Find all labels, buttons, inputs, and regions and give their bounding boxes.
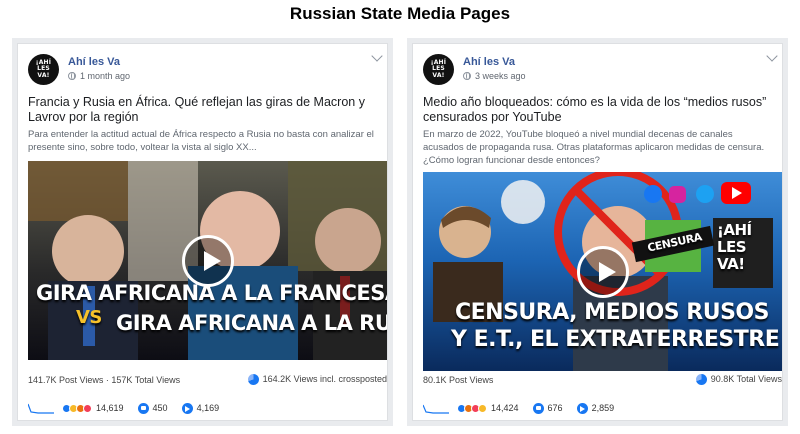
total-views-group: 90.8K Total Views <box>695 374 782 386</box>
share-icon <box>181 402 193 414</box>
post-card-wrapper: ¡AHÍ LES VA! Ahí les Va 3 weeks ago Medi… <box>407 38 788 426</box>
avatar[interactable]: ¡AHÍ LES VA! <box>423 54 454 85</box>
shares-count[interactable]: 2,859 <box>592 403 615 413</box>
thumbnail-vs: VS <box>76 307 102 328</box>
post-description: Para entender la actitud actual de Áfric… <box>28 129 374 153</box>
post-time-text: 3 weeks ago <box>475 71 526 81</box>
reactions-count[interactable]: 14,619 <box>96 403 124 413</box>
avatar-text-line: VA! <box>432 71 445 79</box>
video-thumbnail[interactable]: CENSURA ¡AHÍ LES VA! CENSURA, MEDIOS RUS… <box>423 172 782 371</box>
comments-count[interactable]: 450 <box>153 403 168 413</box>
views-icon <box>695 374 707 386</box>
comment-icon <box>532 402 544 414</box>
sparkline-icon <box>423 404 449 414</box>
sparkline-icon <box>28 403 54 414</box>
post-views: 80.1K Post Views <box>423 374 494 385</box>
post-header: ¡AHÍ LES VA! Ahí les Va 3 weeks ago <box>423 54 763 88</box>
crossposted-views-group: 164.2K Views incl. crossposted <box>247 374 387 386</box>
post-card-wrapper: ¡AHÍ LES VA! Ahí les Va 1 month ago Fran… <box>12 38 393 426</box>
haha-reaction-icon <box>478 403 487 413</box>
total-views: 90.8K Total Views <box>710 374 782 384</box>
page-name-link[interactable]: Ahí les Va <box>68 56 120 68</box>
chevron-down-icon[interactable] <box>371 50 383 62</box>
engagement-row: 14,619 450 4,169 <box>28 401 387 415</box>
post-card: ¡AHÍ LES VA! Ahí les Va 1 month ago Fran… <box>17 43 388 421</box>
post-title[interactable]: Medio año bloqueados: cómo es la vida de… <box>423 95 768 125</box>
chevron-down-icon[interactable] <box>766 50 778 62</box>
play-button[interactable] <box>576 245 629 298</box>
comment-icon <box>137 402 149 414</box>
reactions-count[interactable]: 14,424 <box>491 403 519 413</box>
post-card: ¡AHÍ LES VA! Ahí les Va 3 weeks ago Medi… <box>412 43 783 421</box>
views-icon <box>247 374 259 386</box>
comments-count[interactable]: 676 <box>548 403 563 413</box>
engagement-row: 14,424 676 2,859 <box>423 401 782 415</box>
thumbnail-headline: Y E.T., EL EXTRATERRESTRE <box>451 327 780 352</box>
thumbnail-headline: CENSURA, MEDIOS RUSOS <box>455 300 769 325</box>
shares-count[interactable]: 4,169 <box>197 403 220 413</box>
page-name-link[interactable]: Ahí les Va <box>463 56 515 68</box>
post-title[interactable]: Francia y Rusia en África. Qué reflejan … <box>28 95 373 125</box>
avatar[interactable]: ¡AHÍ LES VA! <box>28 54 59 85</box>
page-title: Russian State Media Pages <box>289 4 511 23</box>
avatar-text-line: VA! <box>37 71 50 79</box>
love-reaction-icon <box>83 403 92 413</box>
globe-icon <box>68 72 76 80</box>
post-time-text: 1 month ago <box>80 71 131 81</box>
video-thumbnail[interactable]: GIRA AFRICANA A LA FRANCESA VS GIRA AFRI… <box>28 161 387 360</box>
globe-icon <box>463 72 471 80</box>
views-stats: 141.7K Post Views · 157K Total Views 164… <box>28 374 387 386</box>
crossposted-views: 164.2K Views incl. crossposted <box>262 374 387 384</box>
post-header: ¡AHÍ LES VA! Ahí les Va 1 month ago <box>28 54 368 88</box>
views-stats: 80.1K Post Views 90.8K Total Views <box>423 374 782 386</box>
share-icon <box>576 402 588 414</box>
thumbnail-headline: GIRA AFRICANA A LA RUSA <box>116 311 387 335</box>
post-timestamp[interactable]: 3 weeks ago <box>463 71 526 81</box>
thumbnail-logo-text: ¡AHÍ LES VA! <box>717 221 752 273</box>
post-timestamp[interactable]: 1 month ago <box>68 71 130 81</box>
play-button[interactable] <box>181 234 234 287</box>
post-views: 141.7K Post Views · 157K Total Views <box>28 374 181 385</box>
post-description: En marzo de 2022, YouTube bloqueó a nive… <box>423 129 765 166</box>
